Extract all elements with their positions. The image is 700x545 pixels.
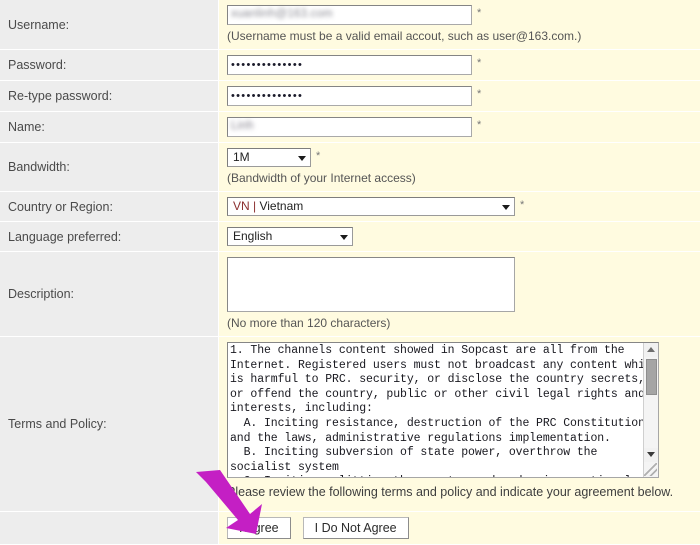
- triangle-down-icon: [647, 452, 655, 457]
- retype-password-input-wrap: ••••••••••••••: [227, 86, 472, 106]
- field-username: xuanlinh@163.com * (Username must be a v…: [219, 0, 700, 50]
- triangle-up-icon: [647, 347, 655, 352]
- bandwidth-selected-value: 1M: [233, 150, 250, 164]
- username-required-mark: *: [477, 7, 481, 19]
- scroll-up-button[interactable]: [644, 343, 659, 357]
- scroll-down-button[interactable]: [644, 448, 659, 462]
- username-hint: (Username must be a valid email accout, …: [227, 25, 700, 44]
- label-password: Password:: [0, 50, 219, 81]
- language-selected-value: English: [233, 229, 272, 243]
- actions-label-spacer: [0, 512, 219, 545]
- chevron-down-icon: [298, 156, 306, 161]
- field-language: English: [219, 222, 700, 252]
- field-retype-password: •••••••••••••• *: [219, 81, 700, 112]
- field-actions: I Agree I Do Not Agree: [219, 512, 700, 545]
- label-username: Username:: [0, 0, 219, 50]
- terms-body-text: 1. The channels content showed in Sopcas…: [230, 344, 640, 478]
- form-row-country: Country or Region: VN | Vietnam *: [0, 192, 700, 222]
- form-row-name: Name: Linh *: [0, 112, 700, 143]
- country-required-mark: *: [520, 199, 524, 211]
- language-select[interactable]: English: [227, 227, 353, 246]
- scroll-thumb[interactable]: [646, 359, 657, 395]
- form-row-description: Description: (No more than 120 character…: [0, 252, 700, 337]
- password-input[interactable]: [227, 55, 472, 75]
- resize-grip-icon[interactable]: [644, 463, 657, 476]
- bandwidth-hint: (Bandwidth of your Internet access): [227, 167, 700, 186]
- form-row-password: Password: •••••••••••••• *: [0, 50, 700, 81]
- label-name: Name:: [0, 112, 219, 143]
- chevron-down-icon: [340, 235, 348, 240]
- field-country: VN | Vietnam *: [219, 192, 700, 222]
- field-bandwidth: 1M * (Bandwidth of your Internet access): [219, 143, 700, 192]
- name-required-mark: *: [477, 119, 481, 131]
- country-code: VN: [233, 199, 250, 213]
- label-bandwidth: Bandwidth:: [0, 143, 219, 192]
- country-select[interactable]: VN | Vietnam: [227, 197, 515, 216]
- username-input[interactable]: [227, 5, 472, 25]
- disagree-button[interactable]: I Do Not Agree: [303, 517, 409, 539]
- form-row-actions: I Agree I Do Not Agree: [0, 512, 700, 545]
- field-password: •••••••••••••• *: [219, 50, 700, 81]
- form-row-language: Language preferred: English: [0, 222, 700, 252]
- terms-review-text: Please review the following terms and po…: [227, 478, 700, 506]
- label-language: Language preferred:: [0, 222, 219, 252]
- label-description: Description:: [0, 252, 219, 337]
- form-row-terms: Terms and Policy: 1. The channels conten…: [0, 337, 700, 512]
- terms-textarea[interactable]: 1. The channels content showed in Sopcas…: [227, 342, 659, 478]
- form-row-username: Username: xuanlinh@163.com * (Username m…: [0, 0, 700, 50]
- label-country: Country or Region:: [0, 192, 219, 222]
- username-input-wrap: xuanlinh@163.com: [227, 5, 472, 25]
- country-separator: |: [250, 199, 260, 213]
- name-input[interactable]: [227, 117, 472, 137]
- bandwidth-select[interactable]: 1M: [227, 148, 311, 167]
- registration-form: Username: xuanlinh@163.com * (Username m…: [0, 0, 700, 545]
- field-terms: 1. The channels content showed in Sopcas…: [219, 337, 700, 512]
- field-description: (No more than 120 characters): [219, 252, 700, 337]
- agree-button[interactable]: I Agree: [227, 517, 291, 539]
- country-name: Vietnam: [259, 199, 303, 213]
- label-terms: Terms and Policy:: [0, 337, 219, 512]
- bandwidth-required-mark: *: [316, 150, 320, 162]
- description-hint: (No more than 120 characters): [227, 312, 700, 331]
- chevron-down-icon: [502, 205, 510, 210]
- password-input-wrap: ••••••••••••••: [227, 55, 472, 75]
- form-row-bandwidth: Bandwidth: 1M * (Bandwidth of your Inter…: [0, 143, 700, 192]
- description-textarea[interactable]: [227, 257, 515, 312]
- retype-password-input[interactable]: [227, 86, 472, 106]
- label-retype-password: Re-type password:: [0, 81, 219, 112]
- terms-scrollbar[interactable]: [643, 343, 658, 477]
- password-required-mark: *: [477, 57, 481, 69]
- form-row-retype-password: Re-type password: •••••••••••••• *: [0, 81, 700, 112]
- retype-password-required-mark: *: [477, 88, 481, 100]
- name-input-wrap: Linh: [227, 117, 472, 137]
- field-name: Linh *: [219, 112, 700, 143]
